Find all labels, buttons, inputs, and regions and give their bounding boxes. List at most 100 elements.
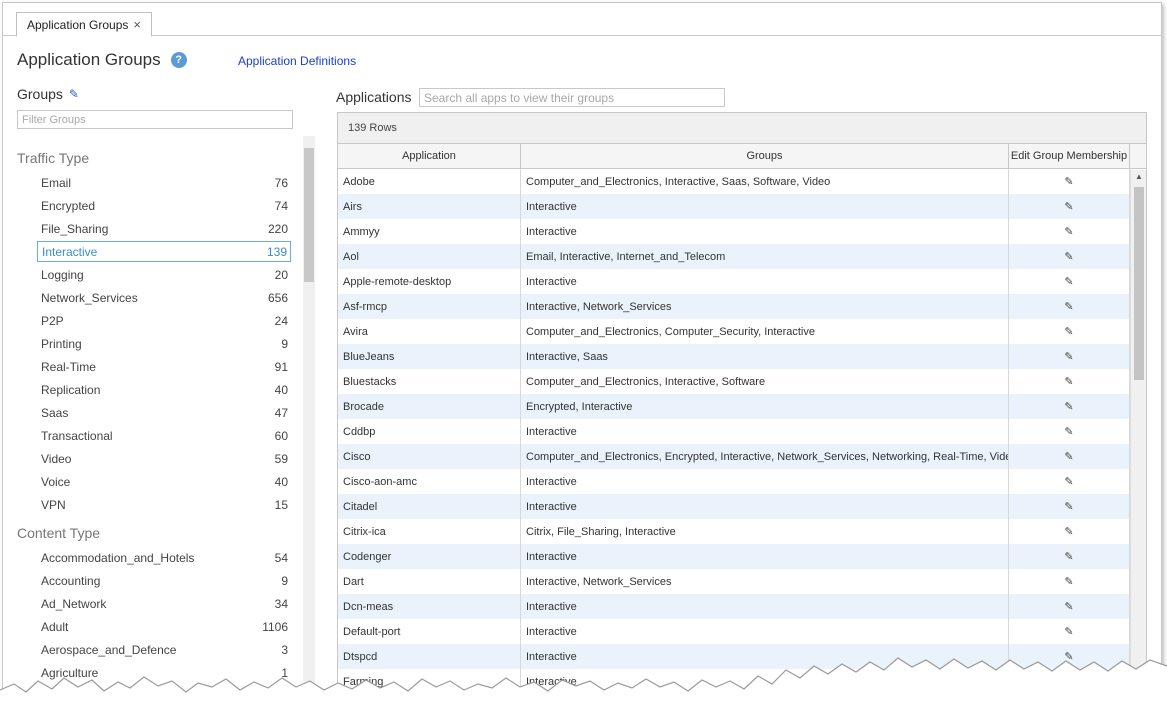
- group-item[interactable]: Encrypted 74: [37, 195, 291, 216]
- group-item[interactable]: Network_Services 656: [37, 287, 291, 308]
- edit-membership-cell: ✎: [1009, 269, 1130, 294]
- table-row[interactable]: Citrix-ica Citrix, File_Sharing, Interact…: [338, 519, 1146, 544]
- group-item[interactable]: Logging 20: [37, 264, 291, 285]
- group-item-label: Adult: [41, 619, 69, 634]
- group-item[interactable]: Replication 40: [37, 379, 291, 400]
- edit-pencil-icon[interactable]: ✎: [1064, 550, 1073, 563]
- group-item[interactable]: Interactive 139: [37, 241, 291, 262]
- group-item[interactable]: Real-Time 91: [37, 356, 291, 377]
- group-list-scroll-thumb[interactable]: [304, 148, 314, 282]
- table-row[interactable]: BlueJeans Interactive, Saas ✎: [338, 344, 1146, 369]
- edit-pencil-icon[interactable]: ✎: [1064, 575, 1073, 588]
- table-row[interactable]: Dcn-meas Interactive ✎: [338, 594, 1146, 619]
- edit-membership-cell: ✎: [1009, 469, 1130, 494]
- group-item[interactable]: Ad_Network 34: [37, 593, 291, 614]
- group-item[interactable]: Printing 9: [37, 333, 291, 354]
- group-item-label: File_Sharing: [41, 221, 109, 236]
- tab-bar: Application Groups ×: [3, 3, 1161, 37]
- edit-pencil-icon[interactable]: ✎: [1064, 400, 1073, 413]
- help-icon[interactable]: ?: [170, 52, 187, 68]
- table-row[interactable]: Avira Computer_and_Electronics, Computer_…: [338, 319, 1146, 344]
- group-item-label: Real-Time: [41, 359, 96, 374]
- edit-pencil-icon[interactable]: ✎: [1064, 475, 1073, 488]
- edit-membership-cell: ✎: [1009, 419, 1130, 444]
- group-item[interactable]: Video 59: [37, 448, 291, 469]
- group-item-label: Transactional: [41, 428, 113, 443]
- group-item-label: Email: [41, 175, 72, 190]
- table-row[interactable]: Ammyy Interactive ✎: [338, 219, 1146, 244]
- table-row[interactable]: Brocade Encrypted, Interactive ✎: [338, 394, 1146, 419]
- application-cell: Citadel: [338, 494, 521, 519]
- edit-pencil-icon[interactable]: ✎: [1064, 300, 1073, 313]
- edit-pencil-icon[interactable]: ✎: [1064, 250, 1073, 263]
- groups-cell: Computer_and_Electronics, Encrypted, Int…: [521, 444, 1009, 469]
- groups-cell: Computer_and_Electronics, Computer_Secur…: [521, 319, 1009, 344]
- group-item-count: 24: [274, 313, 288, 328]
- table-row[interactable]: Cisco-aon-amc Interactive ✎: [338, 469, 1146, 494]
- table-row[interactable]: Adobe Computer_and_Electronics, Interacti…: [338, 169, 1146, 194]
- edit-pencil-icon[interactable]: ✎: [1064, 200, 1073, 213]
- group-item-count: 76: [274, 175, 288, 190]
- edit-pencil-icon[interactable]: ✎: [1064, 325, 1073, 338]
- group-item-count: 91: [274, 359, 288, 374]
- scroll-up-arrow-icon[interactable]: ▲: [1131, 172, 1146, 181]
- grid-body: Adobe Computer_and_Electronics, Interacti…: [338, 169, 1146, 694]
- table-row[interactable]: Citadel Interactive ✎: [338, 494, 1146, 519]
- group-item[interactable]: File_Sharing 220: [37, 218, 291, 239]
- edit-membership-cell: ✎: [1009, 519, 1130, 544]
- section-title: Traffic Type: [17, 150, 90, 166]
- table-row[interactable]: Cisco Computer_and_Electronics, Encrypted…: [338, 444, 1146, 469]
- edit-pencil-icon[interactable]: ✎: [1064, 525, 1073, 538]
- page-title-row: Application Groups ?: [17, 50, 187, 70]
- edit-pencil-icon[interactable]: ✎: [1064, 625, 1073, 638]
- application-definitions-link[interactable]: Application Definitions: [238, 54, 356, 68]
- group-item[interactable]: Accommodation_and_Hotels 54: [37, 547, 291, 568]
- search-apps-input[interactable]: [419, 88, 725, 107]
- group-list: Traffic Type Email 76 Encrypted 74 File_Shari…: [3, 138, 303, 698]
- edit-pencil-icon[interactable]: ✎: [1064, 600, 1073, 613]
- group-item[interactable]: VPN 15: [37, 494, 291, 515]
- edit-pencil-icon[interactable]: ✎: [1064, 275, 1073, 288]
- column-header-groups[interactable]: Groups: [521, 144, 1009, 168]
- column-header-application[interactable]: Application: [338, 144, 521, 168]
- application-cell: Cisco: [338, 444, 521, 469]
- grid-scrollbar[interactable]: ▲: [1130, 170, 1146, 705]
- table-row[interactable]: Bluestacks Computer_and_Electronics, Inte…: [338, 369, 1146, 394]
- group-list-scrollbar[interactable]: [303, 136, 315, 696]
- groups-cell: Computer_and_Electronics, Interactive, S…: [521, 369, 1009, 394]
- edit-groups-pencil-icon[interactable]: ✎: [69, 87, 79, 101]
- table-row[interactable]: Airs Interactive ✎: [338, 194, 1146, 219]
- table-row[interactable]: Aol Email, Interactive, Internet_and_Tele…: [338, 244, 1146, 269]
- table-row[interactable]: Apple-remote-desktop Interactive ✎: [338, 269, 1146, 294]
- table-row[interactable]: Asf-rmcp Interactive, Network_Services ✎: [338, 294, 1146, 319]
- groups-cell: Email, Interactive, Internet_and_Telecom: [521, 244, 1009, 269]
- filter-groups-input[interactable]: [17, 110, 293, 129]
- tab-application-groups[interactable]: Application Groups ×: [16, 12, 152, 37]
- edit-pencil-icon[interactable]: ✎: [1064, 450, 1073, 463]
- group-item[interactable]: Voice 40: [37, 471, 291, 492]
- table-row[interactable]: Dart Interactive, Network_Services ✎: [338, 569, 1146, 594]
- column-header-edit-group-membership[interactable]: Edit Group Membership: [1009, 144, 1130, 168]
- group-item[interactable]: Adult 1106: [37, 616, 291, 637]
- edit-pencil-icon[interactable]: ✎: [1064, 500, 1073, 513]
- grid-scroll-thumb[interactable]: [1134, 187, 1144, 380]
- table-row[interactable]: Codenger Interactive ✎: [338, 544, 1146, 569]
- group-item-label: Logging: [41, 267, 84, 282]
- group-item[interactable]: Transactional 60: [37, 425, 291, 446]
- table-row[interactable]: Cddbp Interactive ✎: [338, 419, 1146, 444]
- group-item[interactable]: Accounting 9: [37, 570, 291, 591]
- edit-membership-cell: ✎: [1009, 394, 1130, 419]
- group-item[interactable]: Saas 47: [37, 402, 291, 423]
- edit-pencil-icon[interactable]: ✎: [1064, 425, 1073, 438]
- edit-pencil-icon[interactable]: ✎: [1064, 175, 1073, 188]
- group-item[interactable]: P2P 24: [37, 310, 291, 331]
- edit-pencil-icon[interactable]: ✎: [1064, 225, 1073, 238]
- close-icon[interactable]: ×: [133, 17, 141, 32]
- edit-membership-cell: ✎: [1009, 369, 1130, 394]
- edit-pencil-icon[interactable]: ✎: [1064, 375, 1073, 388]
- edit-pencil-icon[interactable]: ✎: [1064, 350, 1073, 363]
- group-item[interactable]: Email 76: [37, 172, 291, 193]
- group-item-count: 656: [267, 290, 288, 305]
- group-item-label: Replication: [41, 382, 101, 397]
- edit-membership-cell: ✎: [1009, 319, 1130, 344]
